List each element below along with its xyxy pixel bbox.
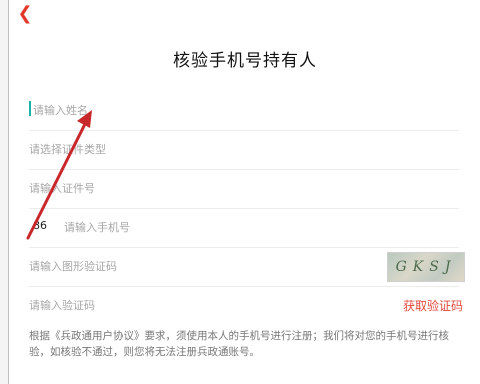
annotation-arrow bbox=[26, 110, 92, 240]
